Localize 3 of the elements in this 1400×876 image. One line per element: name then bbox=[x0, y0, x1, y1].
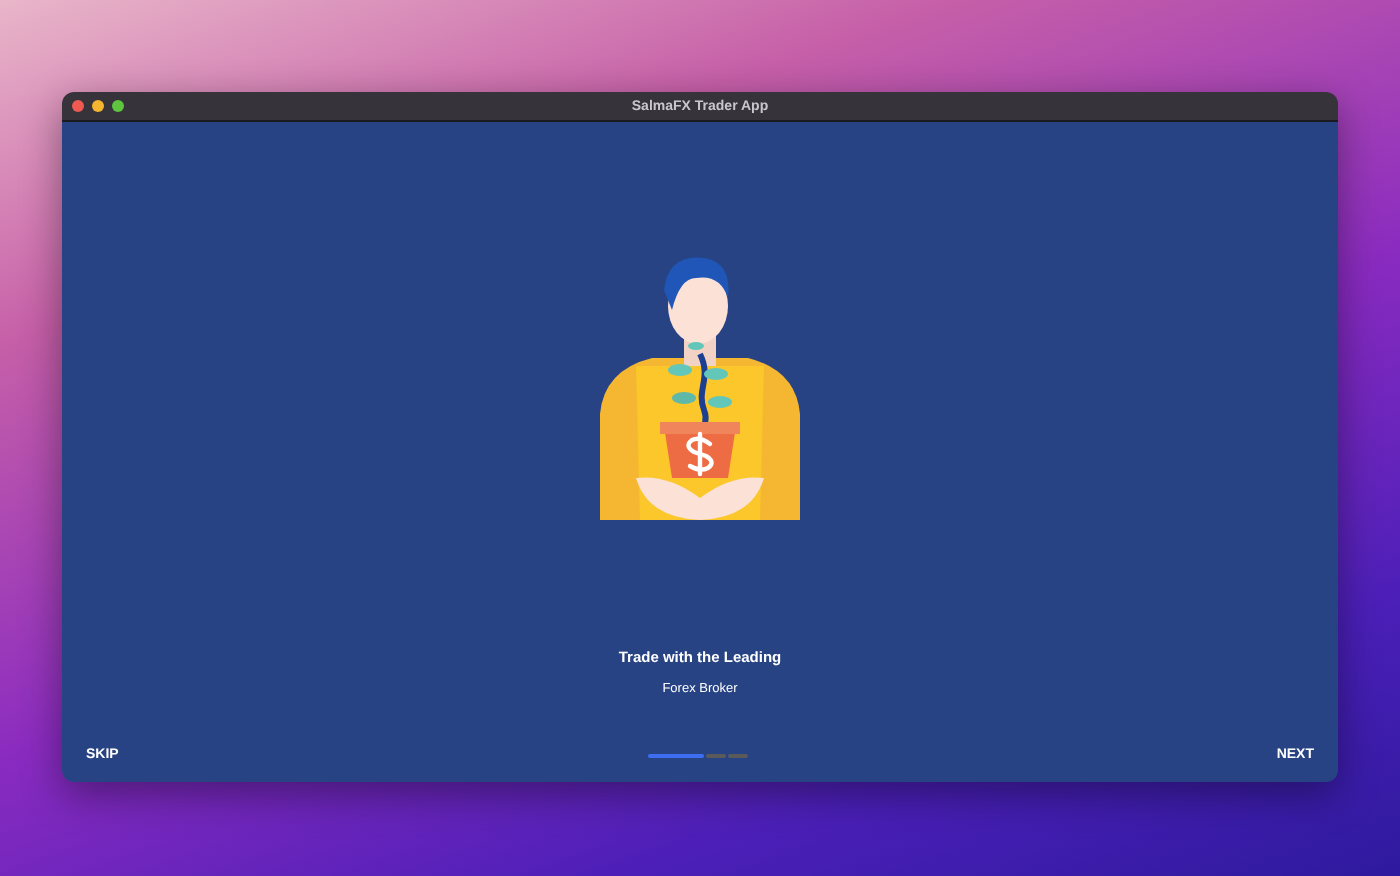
minimize-button[interactable] bbox=[92, 100, 104, 112]
close-button[interactable] bbox=[72, 100, 84, 112]
maximize-button[interactable] bbox=[112, 100, 124, 112]
